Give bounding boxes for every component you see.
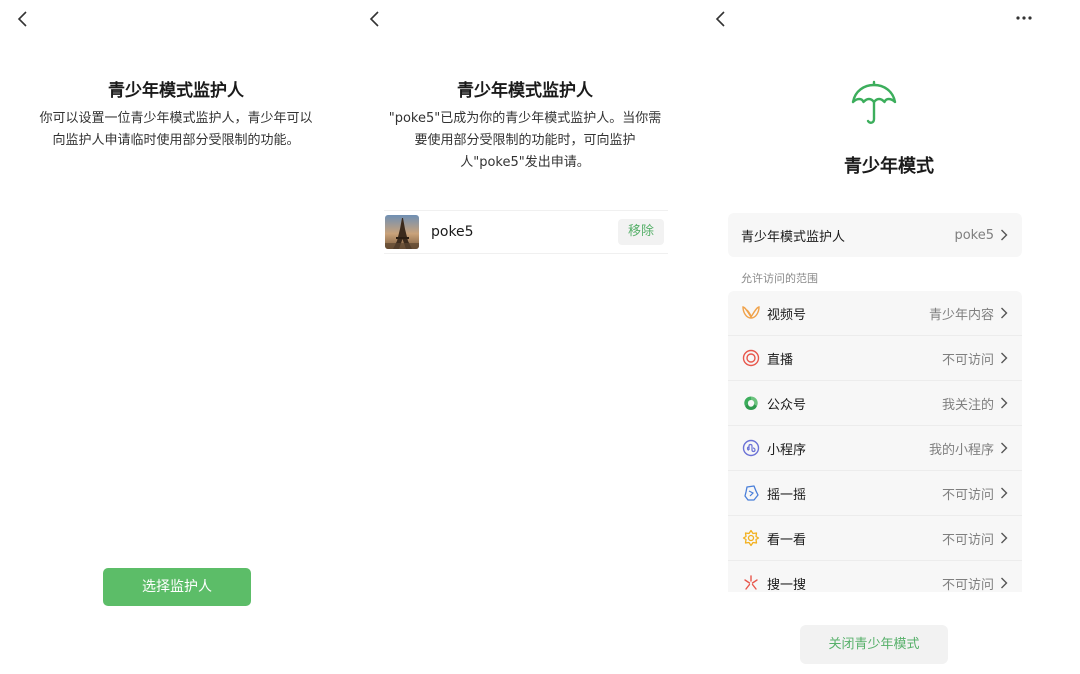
- chevron-right-icon: [1001, 352, 1008, 364]
- scope-row-top-stories[interactable]: 看一看 不可访问: [728, 516, 1022, 561]
- remove-button[interactable]: 移除: [618, 219, 664, 245]
- section-label: 允许访问的范围: [741, 272, 818, 285]
- guardian-setting-label: 青少年模式监护人: [741, 229, 846, 245]
- select-guardian-button[interactable]: 选择监护人: [103, 568, 251, 606]
- channels-icon: [741, 303, 761, 323]
- top-stories-icon: [741, 528, 761, 548]
- scope-value: 不可访问: [941, 352, 994, 368]
- scope-row-search[interactable]: 搜一搜 不可访问: [728, 561, 1022, 592]
- back-icon[interactable]: [12, 8, 36, 32]
- more-icon[interactable]: [1012, 10, 1036, 26]
- guardian-row: poke5 移除: [384, 210, 668, 254]
- page-title: 青少年模式监护人: [457, 81, 593, 101]
- mini-program-icon: [741, 438, 761, 458]
- scope-label: 摇一摇: [767, 487, 807, 503]
- shake-icon: [741, 483, 761, 503]
- description-line: "poke5"已成为你的青少年模式监护人。当你需: [388, 111, 662, 126]
- description-line: 要使用部分受限制的功能时，可向监护: [414, 133, 636, 148]
- back-icon[interactable]: [710, 8, 734, 32]
- umbrella-icon: [850, 78, 898, 128]
- guardian-intro-screen: 青少年模式监护人 你可以设置一位青少年模式监护人，青少年可以 向监护人申请临时使…: [0, 0, 352, 674]
- guardian-setting-row[interactable]: 青少年模式监护人 poke5: [728, 213, 1022, 257]
- description: "poke5"已成为你的青少年模式监护人。当你需 要使用部分受限制的功能时，可向…: [376, 108, 674, 174]
- page-title: 青少年模式: [844, 156, 934, 177]
- scope-label: 视频号: [767, 307, 807, 323]
- chevron-right-icon: [1001, 442, 1008, 454]
- chevron-right-icon: [1001, 532, 1008, 544]
- scope-value: 不可访问: [941, 487, 994, 503]
- description-line: 向监护人申请临时使用部分受限制的功能。: [52, 133, 300, 148]
- scope-row-mini-programs[interactable]: 小程序 我的小程序: [728, 426, 1022, 471]
- chevron-right-icon: [1001, 397, 1008, 409]
- description-line: 人"poke5"发出申请。: [460, 155, 590, 170]
- guardian-setting-value: poke5: [954, 227, 994, 243]
- chevron-right-icon: [1001, 577, 1008, 589]
- live-icon: [741, 348, 761, 368]
- guardian-name: poke5: [431, 224, 474, 240]
- teen-mode-screen: 青少年模式 青少年模式监护人 poke5 允许访问的范围 视频号 青少年内容 直…: [698, 0, 1080, 674]
- scope-value: 青少年内容: [928, 307, 994, 323]
- description-line: 你可以设置一位青少年模式监护人，青少年可以: [39, 111, 313, 126]
- guardian-set-screen: 青少年模式监护人 "poke5"已成为你的青少年模式监护人。当你需 要使用部分受…: [352, 0, 698, 674]
- official-accounts-icon: [741, 393, 761, 413]
- chevron-right-icon: [1001, 229, 1008, 241]
- scope-value: 我关注的: [941, 397, 994, 413]
- scope-row-channels[interactable]: 视频号 青少年内容: [728, 291, 1022, 336]
- scope-row-shake[interactable]: 摇一摇 不可访问: [728, 471, 1022, 516]
- scope-label: 小程序: [767, 442, 807, 458]
- scope-label: 公众号: [767, 397, 807, 413]
- chevron-right-icon: [1001, 307, 1008, 319]
- chevron-right-icon: [1001, 487, 1008, 499]
- scope-value: 不可访问: [941, 577, 994, 593]
- close-teen-mode-button[interactable]: 关闭青少年模式: [800, 625, 948, 664]
- scope-value: 不可访问: [941, 532, 994, 548]
- page-title: 青少年模式监护人: [108, 81, 244, 101]
- scope-label: 直播: [767, 352, 794, 368]
- scope-label: 看一看: [767, 532, 807, 548]
- access-scope-list: 视频号 青少年内容 直播 不可访问 公众号 我关注的 小程序 我的小程序 摇一摇…: [728, 291, 1022, 592]
- scope-label: 搜一搜: [767, 577, 807, 593]
- scope-row-live[interactable]: 直播 不可访问: [728, 336, 1022, 381]
- scope-row-official-accounts[interactable]: 公众号 我关注的: [728, 381, 1022, 426]
- back-icon[interactable]: [364, 8, 388, 32]
- description: 你可以设置一位青少年模式监护人，青少年可以 向监护人申请临时使用部分受限制的功能…: [24, 108, 328, 152]
- search-icon: [741, 573, 761, 592]
- scope-value: 我的小程序: [928, 442, 994, 458]
- avatar: [385, 215, 419, 249]
